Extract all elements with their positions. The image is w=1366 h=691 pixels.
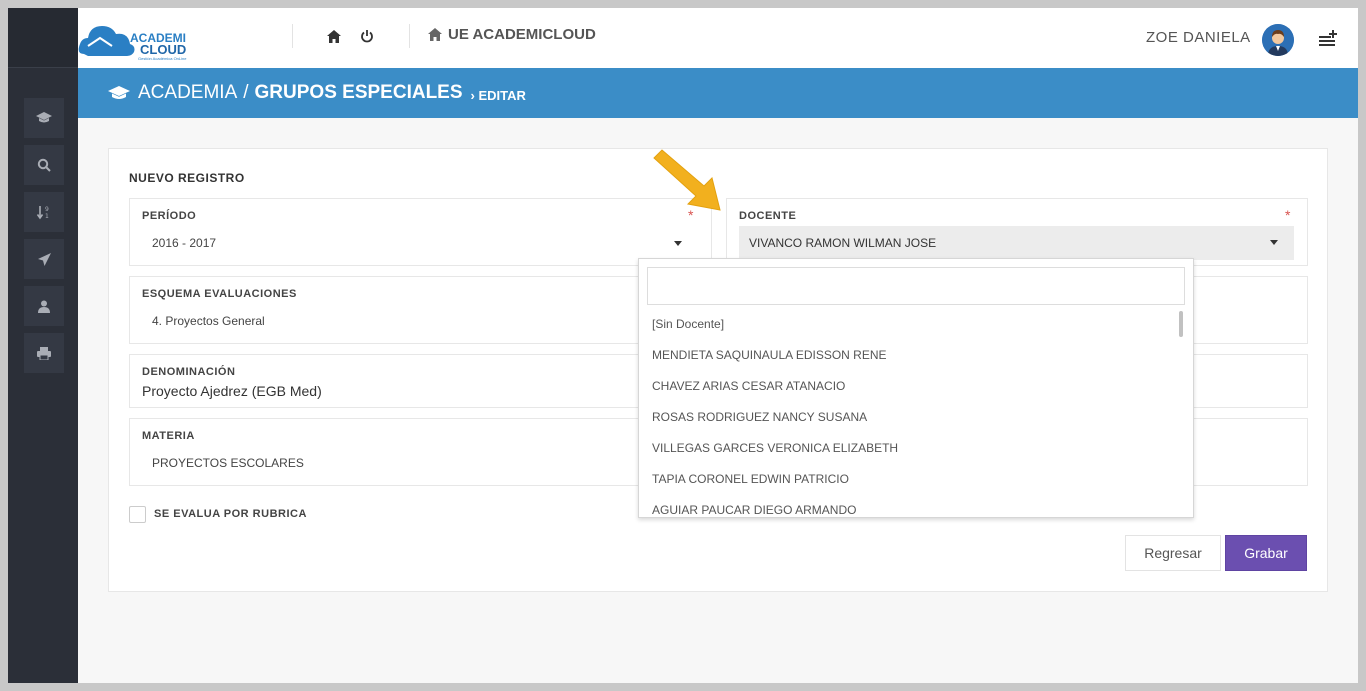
dropdown-option[interactable]: AGUIAR PAUCAR DIEGO ARMANDO xyxy=(639,495,1179,517)
power-icon[interactable] xyxy=(357,26,377,46)
school-name-label: UE ACADEMICLOUD xyxy=(448,26,596,43)
rubrica-checkbox[interactable] xyxy=(129,506,146,523)
logo-tagline: Gestión Académica OnLine xyxy=(138,56,187,61)
home-icon[interactable] xyxy=(324,26,344,46)
periodo-select[interactable]: 2016 - 2017 xyxy=(152,236,216,250)
required-mark: * xyxy=(1285,207,1291,223)
annotation-arrow-icon xyxy=(648,148,738,223)
docente-dropdown: [Sin Docente] MENDIETA SAQUINAULA EDISSO… xyxy=(638,258,1194,518)
materia-label: MATERIA xyxy=(142,430,195,442)
dropdown-option[interactable]: TAPIA CORONEL EDWIN PATRICIO xyxy=(639,464,1179,495)
breadcrumb: ACADEMIA / GRUPOS ESPECIALES › EDITAR xyxy=(78,68,1358,118)
graduation-cap-icon[interactable] xyxy=(24,98,64,138)
page-title: GRUPOS ESPECIALES xyxy=(254,82,463,103)
periodo-field[interactable]: PERÍODO * 2016 - 2017 xyxy=(129,198,712,266)
dropdown-search-input[interactable] xyxy=(648,268,1184,304)
dropdown-option[interactable]: CHAVEZ ARIAS CESAR ATANACIO xyxy=(639,371,1179,402)
home-icon xyxy=(428,28,442,41)
periodo-label: PERÍODO xyxy=(142,210,197,222)
logo-text-cloud: CLOUD xyxy=(140,42,186,57)
paper-plane-icon[interactable] xyxy=(24,239,64,279)
breadcrumb-section[interactable]: ACADEMIA xyxy=(138,82,237,104)
docente-selected-value: VIVANCO RAMON WILMAN JOSE xyxy=(749,236,937,250)
dropdown-option[interactable]: [Sin Docente] xyxy=(639,309,1179,340)
back-button[interactable]: Regresar xyxy=(1125,535,1221,571)
print-icon[interactable] xyxy=(24,333,64,373)
esquema-label: ESQUEMA EVALUACIONES xyxy=(142,288,297,300)
divider xyxy=(409,24,410,48)
graduation-cap-icon xyxy=(108,86,130,99)
rubrica-label: SE EVALUA POR RUBRICA xyxy=(154,508,307,520)
esquema-select[interactable]: 4. Proyectos General xyxy=(152,314,265,328)
sidebar: 91 xyxy=(8,8,78,683)
form-title: NUEVO REGISTRO xyxy=(129,171,245,185)
svg-text:1: 1 xyxy=(45,213,49,220)
dropdown-option[interactable]: MENDIETA SAQUINAULA EDISSON RENE xyxy=(639,340,1179,371)
top-bar: ACADEMI CLOUD Gestión Académica OnLine U… xyxy=(78,8,1358,68)
docente-field[interactable]: DOCENTE * VIVANCO RAMON WILMAN JOSE xyxy=(726,198,1308,266)
search-icon[interactable] xyxy=(24,145,64,185)
sidebar-top xyxy=(8,8,78,68)
dropdown-option[interactable]: ROSAS RODRIGUEZ NANCY SUSANA xyxy=(639,402,1179,433)
menu-add-icon[interactable] xyxy=(1318,28,1338,48)
svg-text:9: 9 xyxy=(45,206,49,213)
denominacion-label: DENOMINACIÓN xyxy=(142,366,236,378)
user-name[interactable]: ZOE DANIELA xyxy=(1146,29,1251,46)
user-icon[interactable] xyxy=(24,286,64,326)
breadcrumb-action-label: EDITAR xyxy=(478,87,526,103)
academicloud-logo[interactable]: ACADEMI CLOUD Gestión Académica OnLine xyxy=(78,16,198,62)
docente-select[interactable]: VIVANCO RAMON WILMAN JOSE xyxy=(739,226,1294,260)
dropdown-option[interactable]: VILLEGAS GARCES VERONICA ELIZABETH xyxy=(639,433,1179,464)
dropdown-options-list: [Sin Docente] MENDIETA SAQUINAULA EDISSO… xyxy=(639,309,1179,517)
breadcrumb-separator: / xyxy=(243,82,249,103)
divider xyxy=(292,24,293,48)
avatar[interactable] xyxy=(1262,24,1294,56)
save-button[interactable]: Grabar xyxy=(1225,535,1307,571)
chevron-down-icon[interactable] xyxy=(1270,240,1278,245)
materia-select[interactable]: PROYECTOS ESCOLARES xyxy=(152,456,304,470)
chevron-down-icon[interactable] xyxy=(674,241,682,246)
school-name[interactable]: UE ACADEMICLOUD xyxy=(428,26,596,43)
dropdown-scrollbar[interactable] xyxy=(1179,311,1183,337)
dropdown-search-field[interactable] xyxy=(647,267,1185,305)
breadcrumb-action: › EDITAR xyxy=(470,87,526,103)
sort-numeric-icon[interactable]: 91 xyxy=(24,192,64,232)
app-window: 91 ACADEMI CLOUD Gestión Académica OnLin… xyxy=(8,8,1358,683)
docente-label: DOCENTE xyxy=(739,210,797,222)
denominacion-input[interactable]: Proyecto Ajedrez (EGB Med) xyxy=(142,383,322,399)
